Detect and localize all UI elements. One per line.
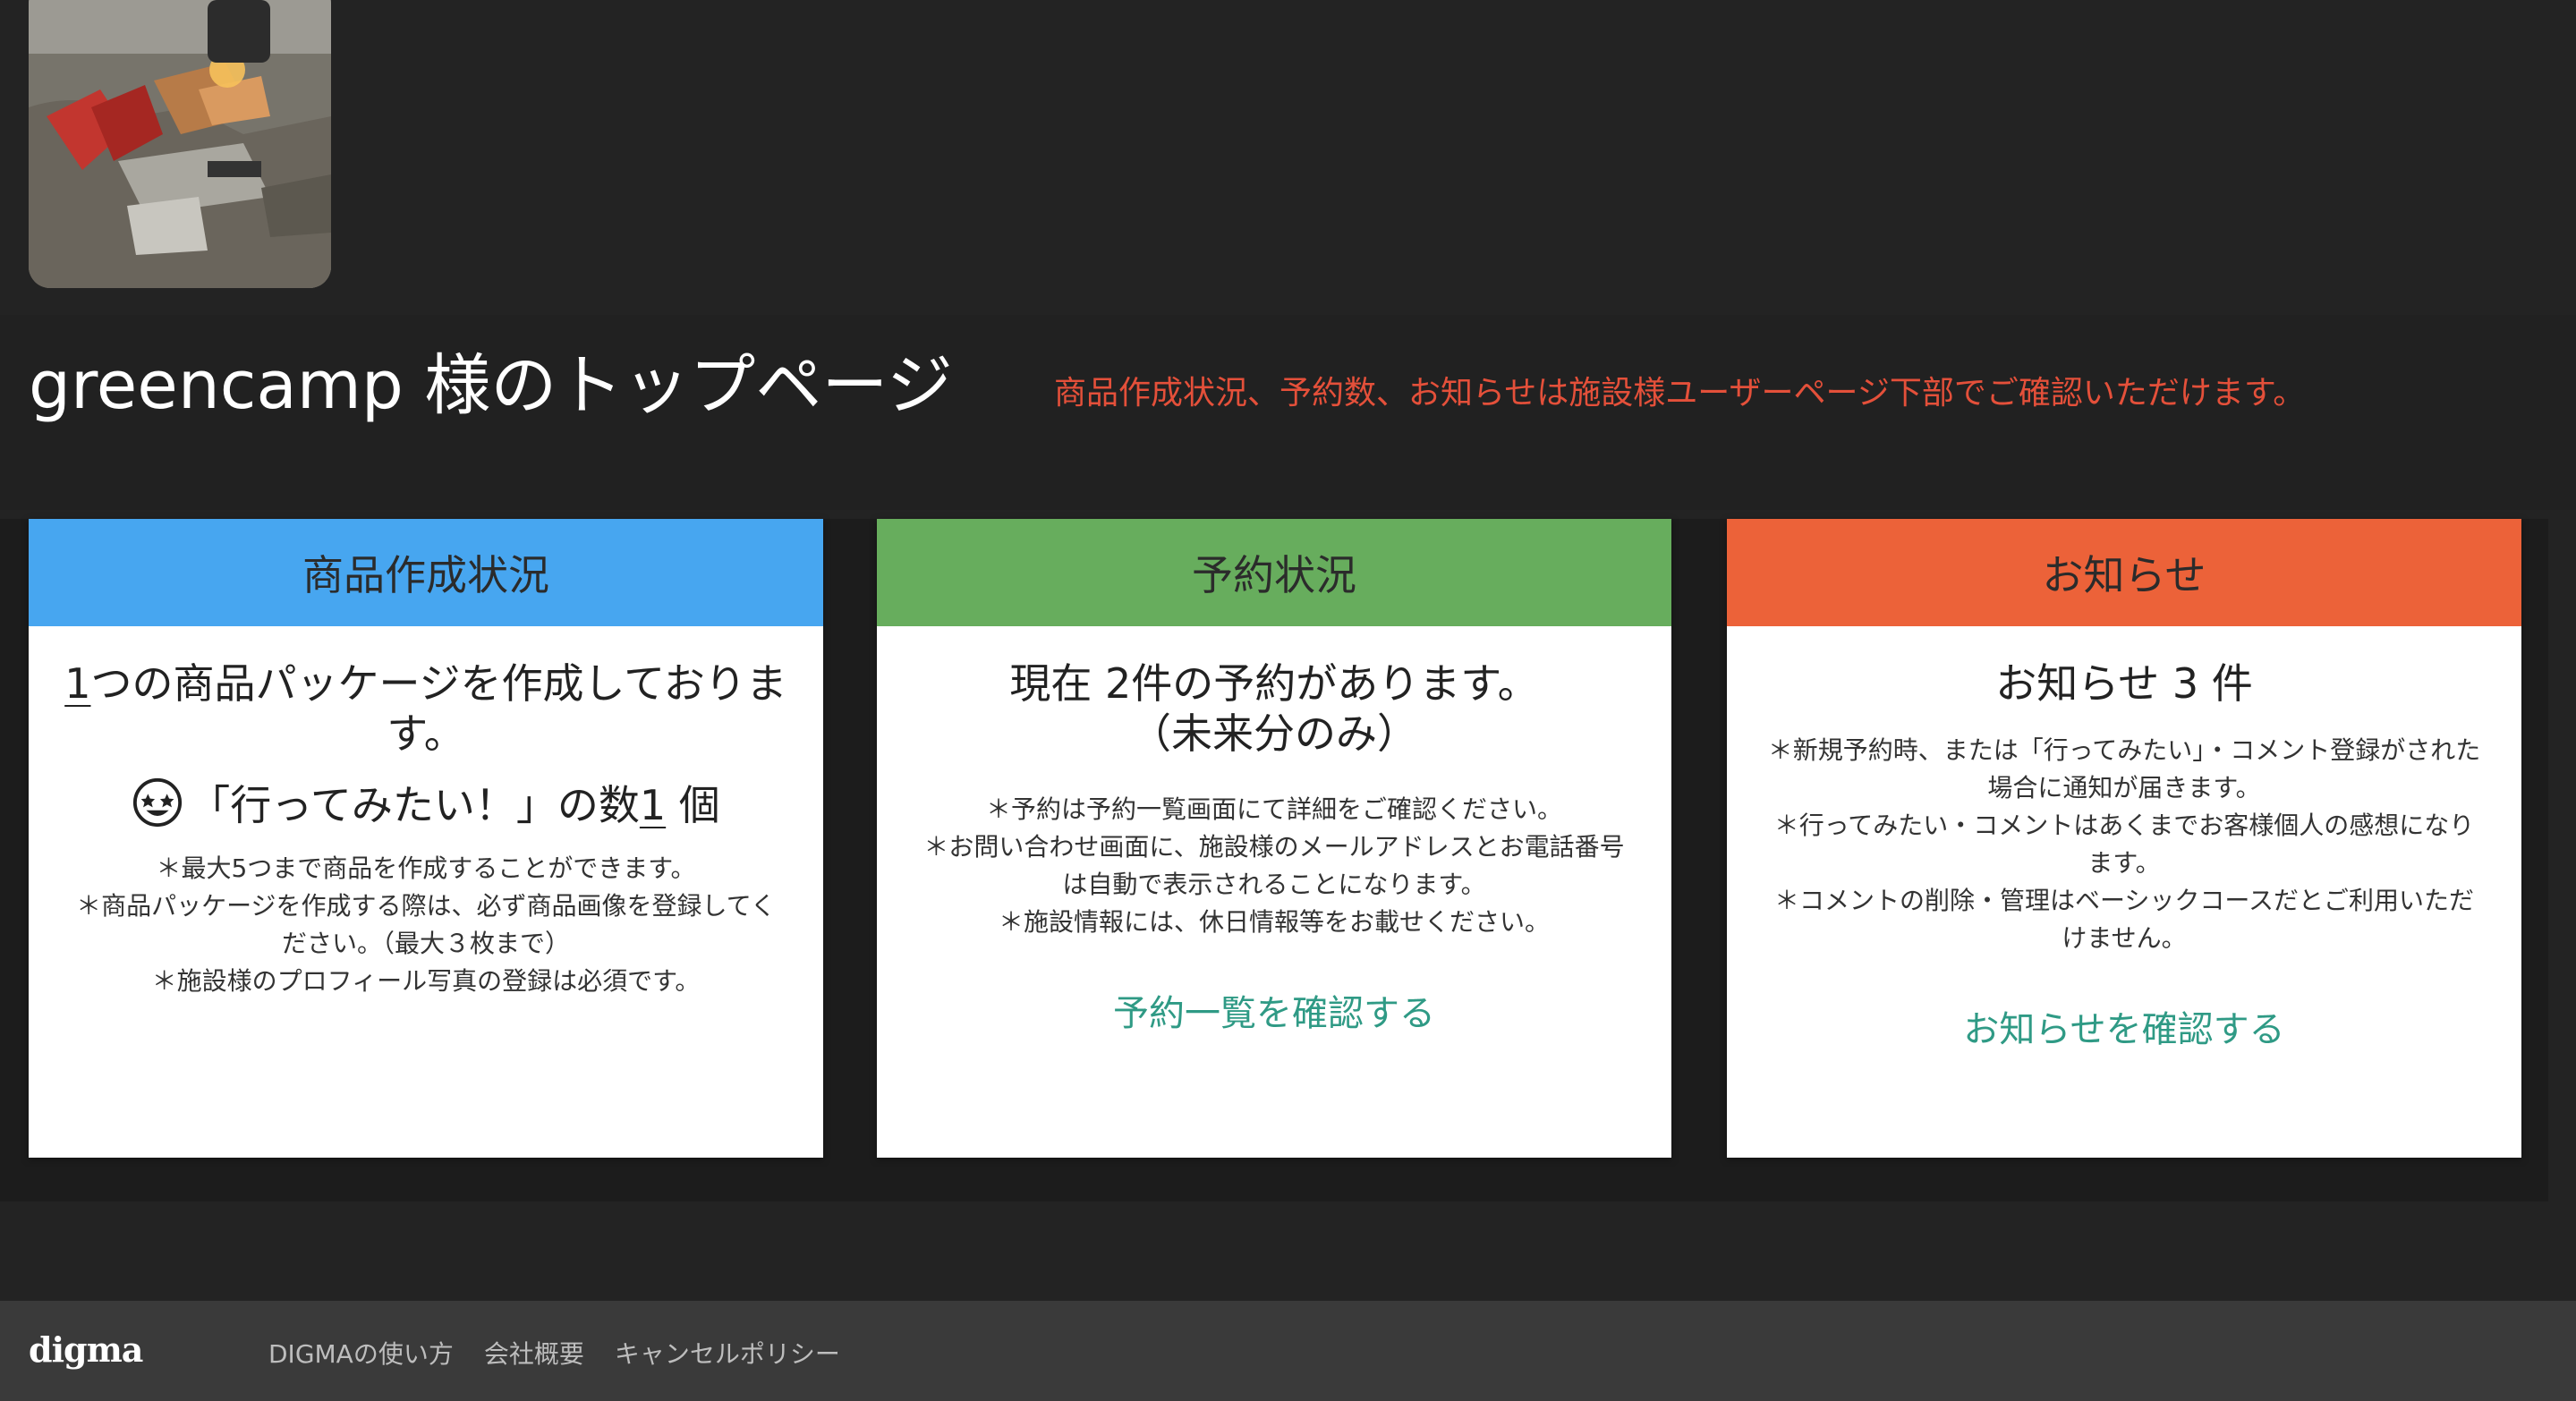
like-count: 1 — [639, 781, 667, 829]
products-card: 商品作成状況 1つの商品パッケージを作成しております。 「行ってみたい！」の数1… — [29, 519, 823, 1158]
footer: digma DIGMAの使い方 会社概要 キャンセルポリシー — [0, 1301, 2576, 1401]
notices-note-2: ＊行ってみたい・コメントはあくまでお客様個人の感想になります。 — [1773, 811, 2475, 878]
like-count-suffix: 個 — [666, 781, 720, 829]
star-eyes-emoji-icon — [133, 777, 183, 828]
products-card-header: 商品作成状況 — [29, 519, 823, 626]
notices-note-1: ＊新規予約時、または「行ってみたい」・コメント登録がされた場合に通知が届きます。 — [1767, 735, 2481, 802]
page: greencamp 様のトップページ 商品作成状況、予約数、お知らせは施設様ユー… — [0, 0, 2576, 1401]
page-notice: 商品作成状況、予約数、お知らせは施設様ユーザーページ下部でご確認いただけます。 — [1054, 375, 2306, 412]
notices-card: お知らせ お知らせ 3 件 ＊新規予約時、または「行ってみたい」・コメント登録が… — [1727, 519, 2521, 1158]
products-count-heading: 1つの商品パッケージを作成しております。 — [64, 658, 787, 759]
products-count-suffix: つの商品パッケージを作成しております。 — [90, 659, 787, 758]
view-reservations-link[interactable]: 予約一覧を確認する — [1113, 984, 1435, 1036]
view-notices-link[interactable]: お知らせを確認する — [1963, 1000, 2284, 1052]
footer-link-cancel-policy[interactable]: キャンセルポリシー — [615, 1335, 840, 1371]
reservations-count-heading: 現在 2件の予約があります。 — [1009, 659, 1539, 708]
reservations-card: 予約状況 現在 2件の予約があります。 （未来分のみ） ＊予約は予約一覧画面にて… — [877, 519, 1671, 1158]
reservations-note-1: ＊予約は予約一覧画面にて詳細をご確認ください。 — [985, 794, 1562, 824]
reservations-card-header: 予約状況 — [877, 519, 1671, 626]
like-count-heading: 「行ってみたい！」の数1 個 — [64, 777, 787, 830]
campfire-image — [29, 0, 331, 288]
notices-card-body: お知らせ 3 件 ＊新規予約時、または「行ってみたい」・コメント登録がされた場合… — [1727, 658, 2521, 1052]
notices-count-heading: お知らせ 3 件 — [1995, 659, 2253, 708]
reservations-card-body: 現在 2件の予約があります。 （未来分のみ） ＊予約は予約一覧画面にて詳細をご確… — [877, 658, 1671, 1036]
profile-photo — [29, 0, 331, 288]
page-title: greencamp 様のトップページ — [29, 347, 953, 424]
products-card-body: 1つの商品パッケージを作成しております。 「行ってみたい！」の数1 個 ＊最大5… — [29, 658, 823, 1000]
footer-link-how-to-use[interactable]: DIGMAの使い方 — [268, 1335, 454, 1371]
reservations-future-only: （未来分のみ） — [1130, 709, 1418, 758]
digma-logo[interactable]: digma — [29, 1329, 143, 1370]
products-note-2: ＊商品パッケージを作成する際は、必ず商品画像を登録してください。（最大３枚まで） — [76, 891, 776, 958]
notices-card-header: お知らせ — [1727, 519, 2521, 626]
reservations-note-2: ＊お問い合わせ画面に、施設様のメールアドレスとお電話番号は自動で表示されることに… — [923, 832, 1625, 899]
reservations-note-3: ＊施設情報には、休日情報等をお載せください。 — [998, 907, 1550, 937]
products-note-1: ＊最大5つまで商品を作成することができます。 — [156, 853, 696, 883]
products-note-3: ＊施設様のプロフィール写真の登録は必須です。 — [151, 966, 701, 996]
footer-link-company[interactable]: 会社概要 — [484, 1335, 584, 1371]
like-count-prefix: 「行ってみたい！」の数 — [189, 781, 640, 829]
notices-note-3: ＊コメントの削除・管理はベーシックコースだとご利用いただけません。 — [1773, 886, 2475, 953]
products-count: 1 — [64, 659, 91, 708]
footer-links: DIGMAの使い方 会社概要 キャンセルポリシー — [268, 1335, 840, 1371]
